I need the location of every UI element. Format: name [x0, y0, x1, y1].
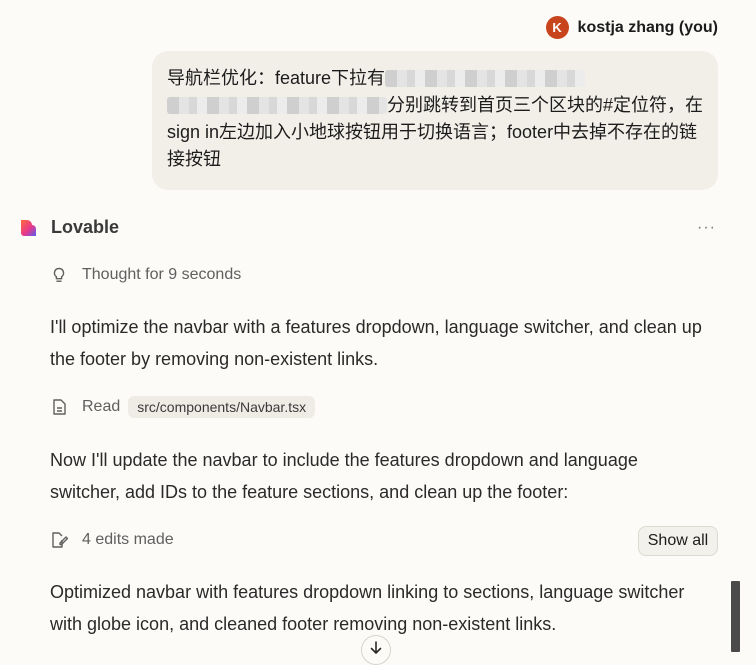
scroll-to-bottom-button[interactable] — [361, 635, 391, 665]
edits-row[interactable]: 4 edits made — [50, 531, 174, 549]
file-chip[interactable]: src/components/Navbar.tsx — [128, 396, 316, 418]
scrollbar-thumb[interactable] — [731, 581, 740, 652]
heart-logo-icon — [21, 219, 36, 236]
more-icon[interactable]: ··· — [697, 219, 716, 237]
avatar[interactable]: K — [545, 16, 569, 39]
edits-label: 4 edits made — [82, 531, 174, 548]
show-all-button[interactable]: Show all — [638, 526, 718, 556]
arrow-down-icon — [370, 641, 382, 654]
document-icon — [53, 399, 66, 415]
lightbulb-icon — [53, 267, 65, 282]
thought-row[interactable]: Thought for 9 seconds — [50, 266, 241, 284]
assistant-header: Lovable ··· — [18, 217, 716, 238]
assistant-message-2: Now I'll update the navbar to include th… — [50, 450, 638, 502]
edit-document-icon — [52, 532, 68, 548]
read-row[interactable]: Read src/components/Navbar.tsx — [50, 396, 316, 418]
user-message-bubble: 导航栏优化：feature下拉有 分别跳转到首页三个区块的#定位符，在sign i… — [152, 51, 718, 190]
redacted-text — [385, 70, 586, 87]
user-header: K kostja zhang (you) — [545, 16, 718, 39]
assistant-message-3: Optimized navbar with features dropdown … — [50, 582, 685, 634]
redacted-text — [167, 97, 387, 114]
assistant-name: Lovable — [51, 217, 120, 237]
assistant-message-1: I'll optimize the navbar with a features… — [50, 317, 702, 369]
read-label: Read — [82, 398, 121, 415]
thought-label: Thought for 9 seconds — [82, 266, 242, 283]
user-message-part-1: 导航栏优化：feature下拉有 — [167, 68, 386, 88]
user-name: kostja zhang (you) — [577, 18, 718, 36]
